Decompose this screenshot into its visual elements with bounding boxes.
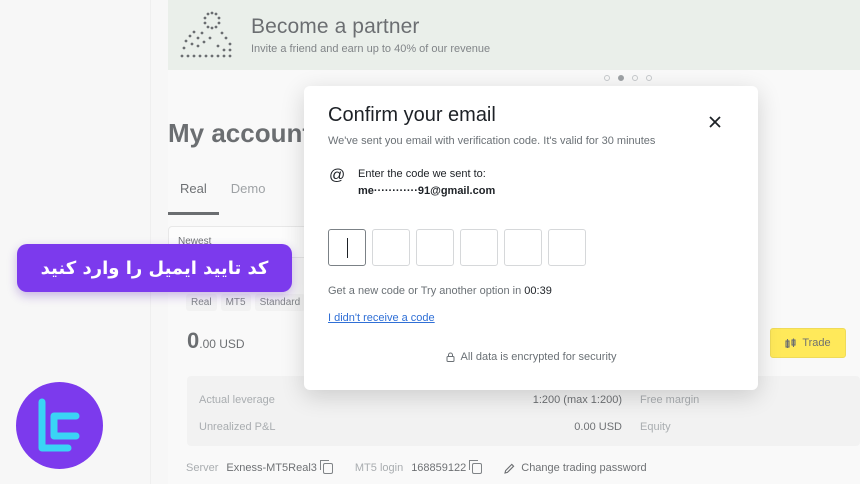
lock-icon: [446, 352, 455, 362]
at-sign-icon: @: [329, 167, 346, 184]
masked-email: me············91@gmail.com: [358, 185, 496, 197]
dialog-subtitle: We've sent you email with verification c…: [328, 135, 656, 147]
code-digit-input[interactable]: [416, 229, 454, 266]
code-digit-input[interactable]: [504, 229, 542, 266]
code-digit-input[interactable]: [460, 229, 498, 266]
text-caret: [347, 238, 348, 258]
sent-to-label: Enter the code we sent to:: [358, 168, 486, 180]
resend-countdown: Get a new code or Try another option in …: [328, 285, 552, 297]
brand-logo-icon: [38, 398, 80, 452]
close-icon[interactable]: [707, 114, 723, 130]
resend-text: Get a new code or Try another option in: [328, 285, 525, 297]
no-code-link[interactable]: I didn't receive a code: [328, 312, 435, 324]
confirm-email-dialog: Confirm your email We've sent you email …: [304, 86, 758, 390]
dialog-title: Confirm your email: [328, 104, 496, 126]
code-digit-input[interactable]: [372, 229, 410, 266]
security-note-text: All data is encrypted for security: [460, 351, 617, 363]
code-digit-input[interactable]: [328, 229, 366, 266]
instruction-caption: کد تایید ایمیل را وارد کنید: [17, 244, 292, 292]
brand-logo: [16, 382, 103, 469]
resend-timer: 00:39: [524, 285, 552, 297]
instruction-caption-text: کد تایید ایمیل را وارد کنید: [40, 257, 269, 279]
verification-code-input: [328, 229, 586, 266]
code-digit-input[interactable]: [548, 229, 586, 266]
security-note: All data is encrypted for security: [304, 351, 758, 363]
